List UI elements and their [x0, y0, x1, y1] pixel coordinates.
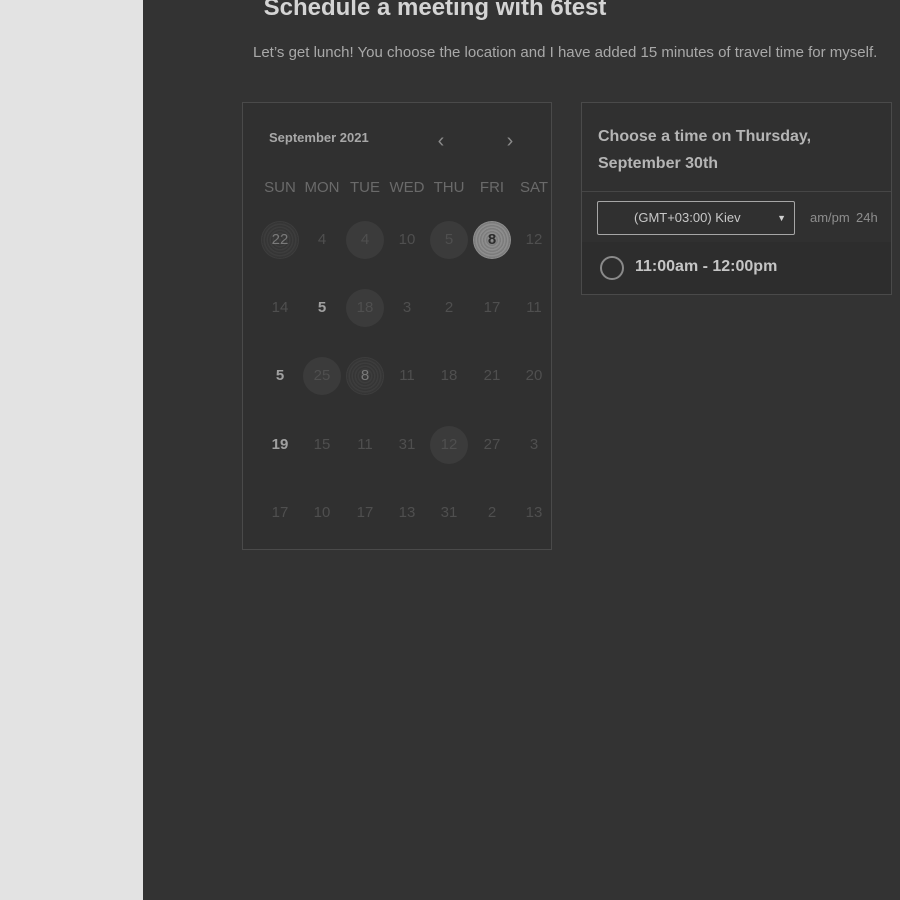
calendar-day[interactable]: 19 [261, 426, 299, 464]
calendar-day[interactable]: 10 [388, 221, 426, 259]
calendar-day[interactable]: 5 [430, 221, 468, 259]
weekday-label: TUE [350, 179, 380, 196]
chevron-right-icon[interactable]: › [498, 129, 522, 153]
timezone-value: (GMT+03:00) Kiev [634, 210, 741, 225]
calendar-day[interactable]: 18 [346, 289, 384, 327]
time-slot[interactable]: 11:00am - 12:00pm [582, 242, 891, 294]
weekday-label: SAT [519, 179, 549, 196]
calendar-day[interactable]: 4 [303, 221, 341, 259]
weekday-label: WED [389, 179, 425, 196]
timezone-select[interactable]: (GMT+03:00) Kiev ▼ [597, 201, 795, 235]
weekday-label: THU [433, 179, 465, 196]
calendar-day[interactable]: 5 [303, 289, 341, 327]
time-slot-panel: Choose a time on Thursday, September 30t… [581, 102, 892, 295]
calendar-day[interactable]: 20 [515, 357, 553, 395]
calendar-day[interactable]: 5 [261, 357, 299, 395]
calendar-day[interactable]: 31 [430, 494, 468, 532]
calendar-day[interactable]: 27 [473, 426, 511, 464]
calendar-day[interactable]: 13 [388, 494, 426, 532]
calendar-day[interactable]: 11 [515, 289, 553, 327]
weekday-label: SUN [264, 179, 296, 196]
calendar-day[interactable]: 22 [261, 221, 299, 259]
selected-day[interactable]: 8 [473, 221, 511, 259]
page-subtitle: Let’s get lunch! You choose the location… [253, 44, 878, 61]
radio-icon[interactable] [600, 256, 624, 280]
calendar-day[interactable]: 2 [430, 289, 468, 327]
weekday-label: FRI [479, 179, 505, 196]
calendar-day[interactable]: 11 [346, 426, 384, 464]
calendar-panel: September 2021 ‹ › SUN MON TUE WED THU FRI SAT… [242, 102, 552, 550]
page-title: Schedule a meeting with 6test [263, 0, 607, 21]
calendar-day[interactable]: 25 [303, 357, 341, 395]
calendar-day[interactable]: 21 [473, 357, 511, 395]
calendar-day[interactable]: 4 [346, 221, 384, 259]
calendar-day[interactable]: 17 [261, 494, 299, 532]
time-slot-label: 11:00am - 12:00pm [635, 258, 778, 275]
calendar-day[interactable]: 12 [515, 221, 553, 259]
divider [582, 191, 891, 192]
left-sidebar [0, 0, 143, 900]
chevron-down-icon: ▼ [777, 213, 786, 223]
calendar-day[interactable]: 10 [303, 494, 341, 532]
calendar-day[interactable]: 17 [346, 494, 384, 532]
calendar-day[interactable]: 13 [515, 494, 553, 532]
format-24h-toggle[interactable]: 24h [856, 210, 878, 225]
calendar-day[interactable]: 2 [473, 494, 511, 532]
calendar-day[interactable]: 12 [430, 426, 468, 464]
chevron-left-icon[interactable]: ‹ [429, 129, 453, 153]
time-panel-heading: Choose a time on Thursday, September 30t… [598, 128, 812, 172]
calendar-day[interactable]: 8 [346, 357, 384, 395]
calendar-day[interactable]: 11 [388, 357, 426, 395]
calendar-day[interactable]: 3 [515, 426, 553, 464]
calendar-day[interactable]: 15 [303, 426, 341, 464]
calendar-day[interactable]: 3 [388, 289, 426, 327]
weekday-label: MON [304, 179, 340, 196]
calendar-day[interactable]: 31 [388, 426, 426, 464]
calendar-day[interactable]: 18 [430, 357, 468, 395]
calendar-day[interactable]: 17 [473, 289, 511, 327]
format-ampm-toggle[interactable]: am/pm [810, 210, 850, 225]
calendar-month-label: September 2021 [269, 130, 369, 145]
calendar-day[interactable]: 14 [261, 289, 299, 327]
